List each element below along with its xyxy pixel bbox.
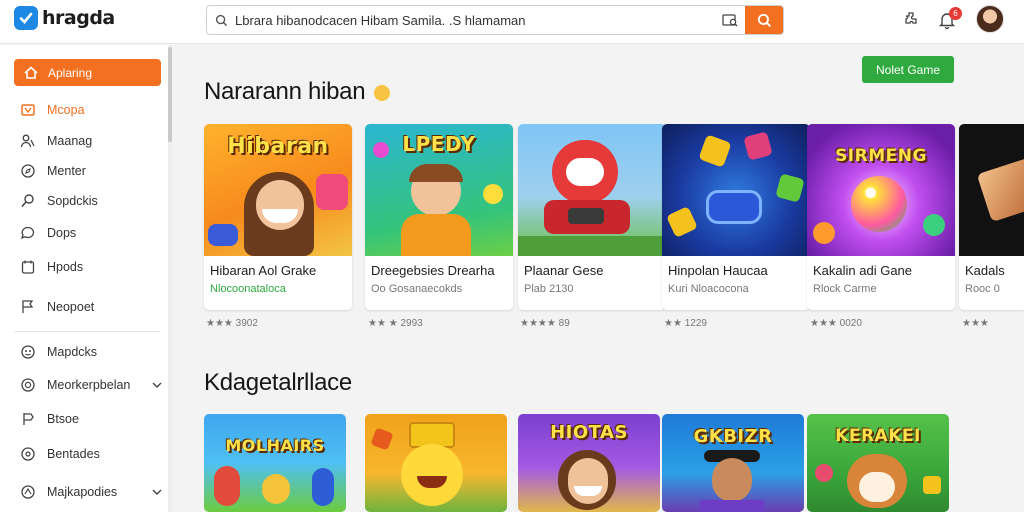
sidebar-item-majkapodies[interactable]: Majkapodies xyxy=(20,481,162,503)
sidebar-item-maanag[interactable]: Maanag xyxy=(20,130,162,152)
game-card[interactable]: Kadals Rooc 0 xyxy=(959,124,1024,310)
chat-icon xyxy=(20,226,35,240)
more-games-button[interactable]: Nolet Game xyxy=(862,56,954,83)
game-thumbnail xyxy=(662,124,810,256)
sidebar-item-active[interactable]: Aplaring xyxy=(14,59,161,86)
top-header: hragda 6 xyxy=(0,0,1024,44)
share-icon xyxy=(23,413,34,425)
sidebar-scrollbar-thumb[interactable] xyxy=(168,47,172,142)
game-card[interactable]: Hibaran Hibaran Aol Grake Nlocoonataloca xyxy=(204,124,352,310)
search-icon xyxy=(21,194,34,208)
game-title: Dreegebsies Drearha xyxy=(371,263,495,278)
bookmark-icon xyxy=(21,485,35,499)
globe-icon xyxy=(21,447,35,461)
sidebar-item-bentades[interactable]: Bentades xyxy=(20,443,162,465)
game-rating: ★★ 1229 xyxy=(664,318,707,329)
game-card[interactable]: GKBIZR xyxy=(662,414,804,512)
target-icon xyxy=(21,378,35,392)
game-rating: ★★ ★ 2993 xyxy=(368,318,423,329)
sparkle-icon xyxy=(373,84,390,101)
game-title: Kadals xyxy=(965,263,1005,278)
flag-icon xyxy=(22,300,34,313)
game-rating: ★★★ 0020 xyxy=(810,318,862,329)
game-thumbnail xyxy=(518,124,666,256)
calendar-icon xyxy=(21,260,35,274)
sidebar-item-label: Maanag xyxy=(47,134,93,148)
game-thumbnail: SIRMENG xyxy=(807,124,955,256)
game-card[interactable]: Plaanar Gese Plab 2130 xyxy=(518,124,666,310)
game-subtitle: Oo Gosanaecokds xyxy=(371,283,463,295)
game-card[interactable]: LPEDY Dreegebsies Drearha Oo Gosanaecokd… xyxy=(365,124,513,310)
sidebar-item-label: Mapdcks xyxy=(47,345,98,359)
search-input[interactable] xyxy=(235,12,715,28)
section-title-second: Kdagetalrllace xyxy=(204,369,352,396)
sidebar-item-sopdckis[interactable]: Sopdckis xyxy=(20,190,162,212)
sidebar-item-dops[interactable]: Dops xyxy=(20,222,162,244)
chevron-down-icon[interactable] xyxy=(152,381,162,389)
sidebar-item-menter[interactable]: Menter xyxy=(20,160,162,182)
game-card[interactable]: SIRMENG Kakalin adi Gane Rlock Carme xyxy=(807,124,955,310)
game-subtitle: Rooc 0 xyxy=(965,283,1000,295)
game-card[interactable]: Hinpolan Haucaa Kuri Nloacocona xyxy=(662,124,810,310)
home-icon xyxy=(24,66,38,79)
game-title: Kakalin adi Gane xyxy=(813,263,913,278)
game-subtitle: Rlock Carme xyxy=(813,283,877,295)
logo-text: hragda xyxy=(42,7,115,29)
sidebar-item-label: Sopdckis xyxy=(47,194,98,208)
sidebar-item-label: Neopoet xyxy=(47,300,95,314)
compass-icon xyxy=(21,164,35,178)
game-subtitle: Plab 2130 xyxy=(524,283,574,295)
game-subtitle: Nlocoonataloca xyxy=(210,283,286,295)
sidebar-item-label: Mcopa xyxy=(47,103,85,117)
sidebar-item-label: Btsoe xyxy=(47,412,79,426)
search-bar[interactable] xyxy=(206,5,784,35)
game-subtitle: Kuri Nloacocona xyxy=(668,283,749,295)
search-button[interactable] xyxy=(745,6,783,34)
logo-check-icon xyxy=(14,6,38,30)
sidebar: Aplaring Mcopa Maanag Menter Sopdckis Do… xyxy=(0,45,172,512)
game-title: Plaanar Gese xyxy=(524,263,604,278)
notification-button[interactable]: 6 xyxy=(937,7,962,30)
game-rating: ★★★ 3902 xyxy=(206,318,258,329)
game-card[interactable]: MOLHAIRS xyxy=(204,414,346,512)
section-title-featured: Nararann hiban xyxy=(204,78,390,106)
sidebar-item-hpods[interactable]: Hpods xyxy=(20,256,162,278)
game-card[interactable] xyxy=(365,414,507,512)
chevron-down-icon[interactable] xyxy=(152,488,162,496)
category-icon xyxy=(21,104,35,116)
sidebar-item-meorkerpbelan[interactable]: Meorkerpbelan xyxy=(20,374,162,396)
sidebar-item-mapdcks[interactable]: Mapdcks xyxy=(20,341,162,363)
image-search-icon[interactable] xyxy=(715,13,745,27)
sidebar-divider xyxy=(14,331,160,332)
sidebar-item-label: Dops xyxy=(47,226,77,240)
person-icon xyxy=(20,134,35,148)
game-rating: ★★★ xyxy=(962,318,989,329)
sidebar-item-mcopa[interactable]: Mcopa xyxy=(20,99,162,121)
puzzle-icon[interactable] xyxy=(901,10,921,30)
game-thumbnail: Hibaran xyxy=(204,124,352,256)
game-title: Hibaran Aol Grake xyxy=(210,263,317,278)
sidebar-item-label: Aplaring xyxy=(48,65,93,80)
game-rating: ★★★★ 89 xyxy=(520,318,570,329)
notification-badge: 6 xyxy=(949,7,962,20)
search-icon xyxy=(207,14,235,27)
sidebar-item-neopoet[interactable]: Neopoet xyxy=(20,296,162,318)
sidebar-item-label: Majkapodies xyxy=(47,485,118,499)
sidebar-item-label: Hpods xyxy=(47,260,84,274)
game-thumbnail xyxy=(959,124,1024,256)
group-icon xyxy=(21,345,35,359)
sidebar-item-label: Menter xyxy=(47,164,86,178)
game-title: Hinpolan Haucaa xyxy=(668,263,768,278)
sidebar-item-label: Meorkerpbelan xyxy=(47,378,131,392)
game-card[interactable]: HIOTAS xyxy=(518,414,660,512)
app-logo[interactable]: hragda xyxy=(14,6,115,30)
game-thumbnail: LPEDY xyxy=(365,124,513,256)
sidebar-item-btsoe[interactable]: Btsoe xyxy=(20,408,162,430)
game-card[interactable]: KERAKEI xyxy=(807,414,949,512)
user-avatar[interactable] xyxy=(976,5,1004,33)
sidebar-item-label: Bentades xyxy=(47,447,100,461)
